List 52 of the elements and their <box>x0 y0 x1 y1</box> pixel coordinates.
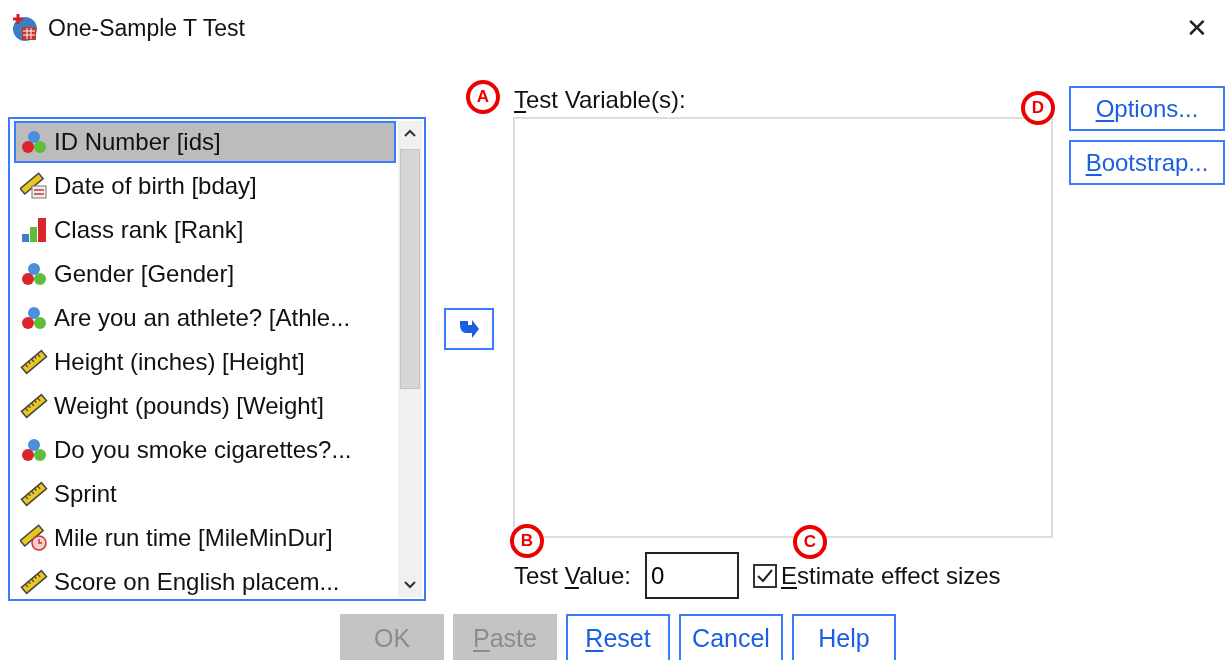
close-button[interactable]: ✕ <box>1180 15 1214 41</box>
nominal-icon <box>20 304 48 332</box>
variable-item[interactable]: Sprint <box>14 473 396 515</box>
dialog-button[interactable]: Cancel <box>679 614 783 660</box>
bar-chart-icon <box>20 216 48 244</box>
checkbox-label[interactable]: Estimate effect sizes <box>780 557 1001 594</box>
dialog-button[interactable]: Help <box>792 614 896 660</box>
variable-label: Gender [Gender] <box>54 259 235 289</box>
variable-item[interactable]: Height (inches) [Height] <box>14 341 396 383</box>
variable-item[interactable]: Do you smoke cigarettes?... <box>14 429 396 471</box>
annotation-marker: C <box>793 525 827 559</box>
arrow-icon <box>458 319 480 339</box>
variable-label: Sprint <box>54 479 117 509</box>
variable-label: ID Number [ids] <box>54 127 221 157</box>
window-title: One-Sample T Test <box>48 13 245 43</box>
ruler-calendar-icon <box>20 172 48 200</box>
scrollbar[interactable] <box>398 121 422 597</box>
scroll-thumb[interactable] <box>400 149 420 389</box>
variable-item[interactable]: Are you an athlete? [Athle... <box>14 297 396 339</box>
annotation-marker: A <box>466 80 500 114</box>
variable-label: Class rank [Rank] <box>54 215 244 245</box>
variable-list[interactable] <box>8 117 426 601</box>
nominal-icon <box>20 128 48 156</box>
variable-label: Do you smoke cigarettes?... <box>54 435 352 465</box>
variable-item[interactable]: Weight (pounds) [Weight] <box>14 385 396 427</box>
nominal-icon <box>20 260 48 288</box>
nominal-icon <box>20 436 48 464</box>
variable-label: Mile run time [MileMinDur] <box>54 523 333 553</box>
variable-item[interactable]: Mile run time [MileMinDur] <box>14 517 396 559</box>
check-icon <box>755 567 774 584</box>
variable-item[interactable]: Gender [Gender] <box>14 253 396 295</box>
annotation-marker: D <box>1021 91 1055 125</box>
variable-label: Score on English placem... <box>54 567 340 597</box>
move-button[interactable] <box>444 308 494 350</box>
annotation-marker: B <box>510 524 544 558</box>
variable-label: Date of birth [bday] <box>54 171 257 201</box>
variable-item[interactable]: ID Number [ids] <box>14 121 396 163</box>
variable-item[interactable]: Date of birth [bday] <box>14 165 396 207</box>
app-icon <box>10 13 40 43</box>
variable-item[interactable]: Score on English placem... <box>14 561 396 599</box>
checkbox[interactable] <box>752 563 777 588</box>
bootstrap-button[interactable]: Bootstrap... <box>1069 140 1225 185</box>
options-button[interactable]: Options... <box>1069 86 1225 131</box>
ruler-clock-icon <box>20 524 48 552</box>
variable-label: Height (inches) [Height] <box>54 347 305 377</box>
dialog-button[interactable]: Reset <box>566 614 670 660</box>
test-value-label: Test Value: <box>514 560 631 591</box>
test-value-field[interactable]: 0 <box>644 552 739 599</box>
variable-item[interactable]: Class rank [Rank] <box>14 209 396 251</box>
variable-label: Weight (pounds) [Weight] <box>54 391 324 421</box>
variable-label: Are you an athlete? [Athle... <box>54 303 351 333</box>
test-variables-label: Test Variable(s): <box>514 85 686 115</box>
